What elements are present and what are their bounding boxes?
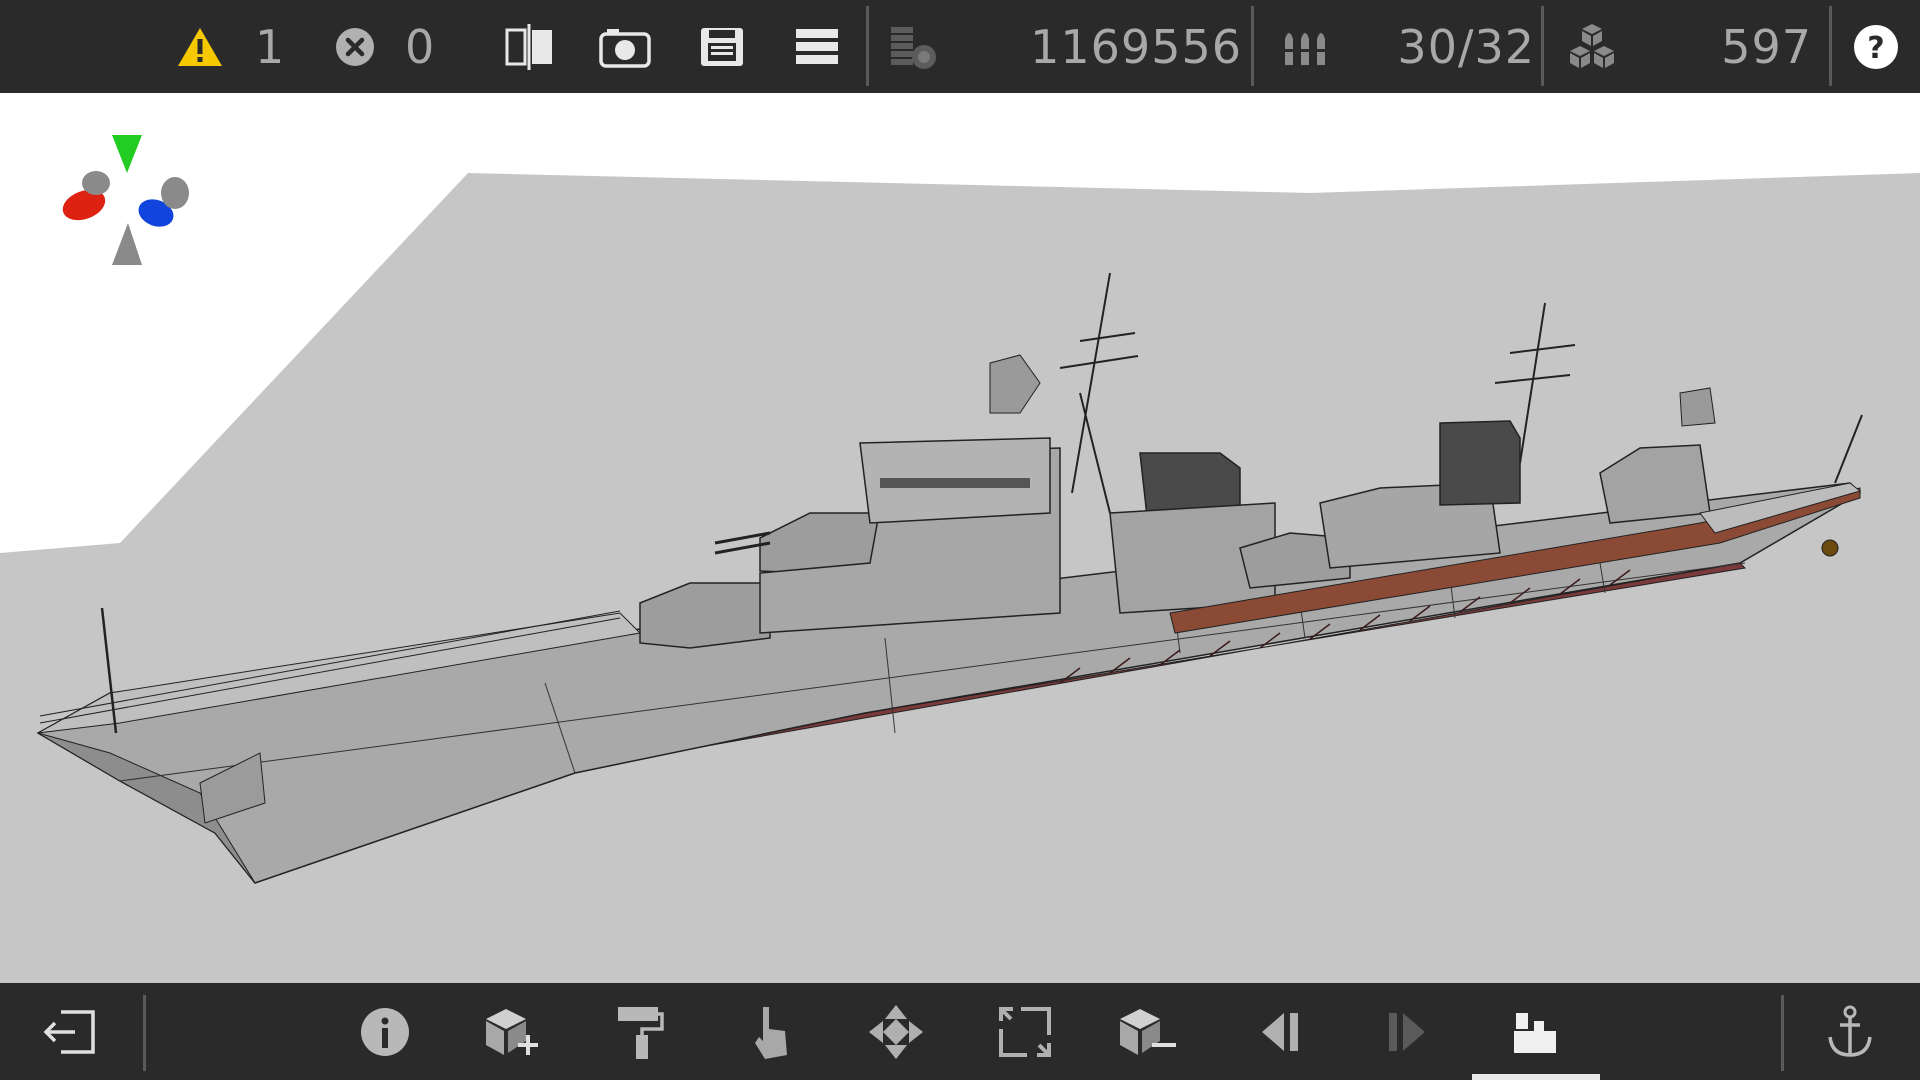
paint-roller-icon [618, 1006, 664, 1059]
anchor-icon [1828, 1005, 1872, 1057]
move-button[interactable] [866, 983, 926, 1080]
bottom-toolbar [0, 983, 1920, 1080]
help-icon: ? [1854, 24, 1898, 69]
help-button[interactable]: ? [1846, 0, 1906, 93]
cost-value: 1169556 [1030, 19, 1242, 74]
info-button[interactable] [355, 983, 415, 1080]
paint-button[interactable] [610, 983, 670, 1080]
undo-button[interactable] [1250, 983, 1310, 1080]
aft-director [1679, 387, 1716, 427]
add-part-icon [486, 1008, 538, 1055]
aft-funnel [1439, 420, 1521, 506]
divider [1251, 6, 1254, 86]
error-circle-icon[interactable] [330, 0, 380, 93]
add-part-button[interactable] [480, 983, 544, 1080]
error-count: 0 [405, 19, 436, 74]
select-button[interactable] [740, 983, 800, 1080]
redo-icon [1389, 1012, 1425, 1051]
remove-part-icon [1120, 1008, 1176, 1055]
divider [1541, 6, 1544, 86]
parts-cubes-icon [1562, 0, 1622, 93]
coins-icon [884, 0, 944, 93]
build-mode-button[interactable] [1505, 983, 1565, 1080]
info-icon [361, 1007, 409, 1056]
move-arrows-icon [869, 1004, 923, 1059]
menu-icon[interactable] [787, 0, 847, 93]
resize-icon [999, 1006, 1051, 1057]
redo-button[interactable] [1377, 983, 1437, 1080]
bridge-windows [880, 478, 1030, 488]
active-tool-indicator [1472, 1074, 1600, 1080]
gizmo-y-axis [112, 135, 142, 173]
armament-value: 30/32 [1397, 19, 1535, 74]
build-mode-icon [1514, 1012, 1556, 1053]
select-hand-icon [755, 1006, 787, 1059]
save-icon[interactable] [692, 0, 752, 93]
ammo-icon [1275, 0, 1335, 93]
3d-viewport[interactable] [0, 93, 1920, 983]
anchor-button[interactable] [1820, 983, 1880, 1080]
remove-part-button[interactable] [1115, 983, 1181, 1080]
divider [143, 995, 146, 1071]
divider [866, 6, 869, 86]
exit-button[interactable] [40, 983, 100, 1080]
parts-count: 597 [1721, 19, 1812, 74]
warning-count: 1 [255, 19, 286, 74]
view-gizmo[interactable] [59, 135, 189, 265]
exit-icon [43, 1009, 95, 1054]
split-view-icon[interactable] [500, 0, 560, 93]
top-toolbar: 1 0 1169556 30/32 597 ? [0, 0, 1920, 93]
divider [1781, 995, 1784, 1071]
divider [1829, 6, 1832, 86]
undo-icon [1262, 1012, 1298, 1051]
camera-icon[interactable] [595, 0, 655, 93]
warning-triangle-icon[interactable] [170, 0, 230, 93]
svg-text:?: ? [1867, 31, 1884, 66]
resize-button[interactable] [993, 983, 1057, 1080]
